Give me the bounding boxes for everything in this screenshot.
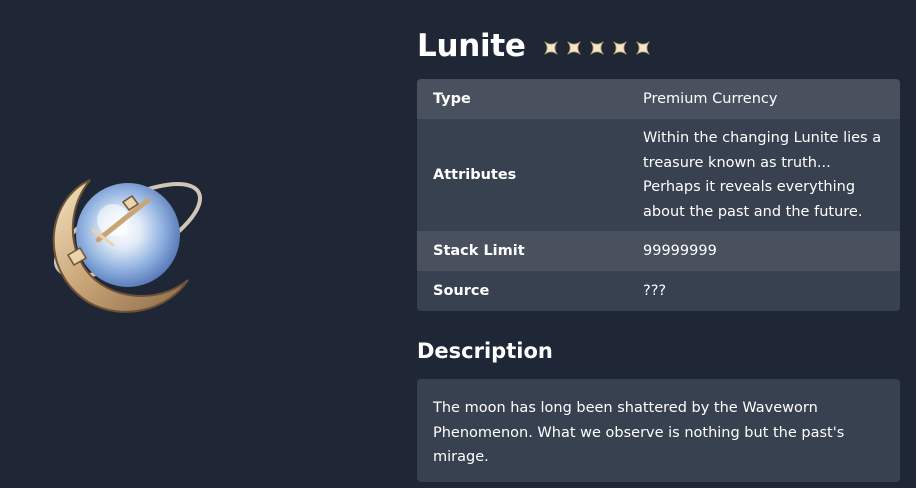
source-value: ??? [643,282,667,299]
star-icon [543,41,558,55]
item-name: Lunite [417,28,526,64]
star-icon [589,41,604,55]
info-row-type: Type Premium Currency [417,79,900,119]
info-table: Type Premium Currency Attributes Within … [417,79,900,311]
stack-limit-label: Stack Limit [433,243,525,259]
info-row-source: Source ??? [417,271,900,311]
source-label: Source [433,283,490,299]
star-icon [635,41,650,55]
description-heading: Description [417,339,553,363]
stack-limit-value: 99999999 [643,242,717,259]
star-icon [566,41,581,55]
attributes-label: Attributes [433,167,517,183]
attributes-value: Within the changing Lunite lies a treasu… [643,130,882,220]
rarity-stars [541,38,653,58]
item-info-panel: Lunite Type Premium Currency Attributes … [417,26,900,482]
info-row-stack-limit: Stack Limit 99999999 [417,231,900,271]
info-row-attributes: Attributes Within the changing Lunite li… [417,119,900,231]
title-row: Lunite [417,26,900,66]
type-label: Type [433,91,471,107]
lunite-orb-icon [28,160,213,318]
description-text: The moon has long been shattered by the … [417,379,900,482]
item-detail-page: Lunite Type Premium Currency Attributes … [0,0,916,488]
star-icon [612,41,627,55]
type-value: Premium Currency [643,90,778,107]
